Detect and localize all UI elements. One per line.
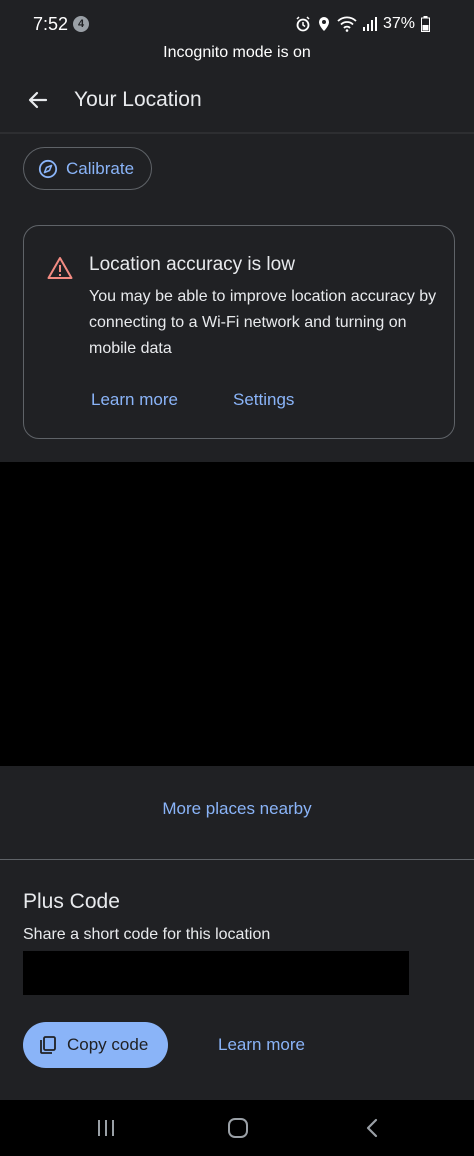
calibrate-label: Calibrate xyxy=(66,158,135,178)
status-bar: 7:52 4 37% xyxy=(0,0,474,44)
calibrate-button[interactable]: Calibrate xyxy=(23,147,152,190)
card-title: Location accuracy is low xyxy=(89,254,295,275)
home-button[interactable] xyxy=(218,1114,258,1142)
notification-count-badge: 4 xyxy=(73,16,89,32)
arrow-left-icon xyxy=(28,91,48,109)
compass-icon xyxy=(38,159,58,178)
back-icon xyxy=(366,1118,378,1138)
recent-apps-icon xyxy=(98,1120,114,1136)
signal-icon xyxy=(362,17,377,31)
nav-back-button[interactable] xyxy=(352,1114,392,1142)
home-icon xyxy=(228,1118,248,1138)
status-icons: 37% xyxy=(295,14,430,34)
location-pin-icon xyxy=(318,17,329,31)
wifi-icon xyxy=(337,16,357,32)
card-body: You may be able to improve location accu… xyxy=(89,288,437,357)
plus-code-value xyxy=(23,951,409,995)
appbar-divider xyxy=(0,132,474,134)
page-title: Your Location xyxy=(74,88,202,111)
plus-code-subtitle: Share a short code for this location xyxy=(23,926,271,943)
section-divider xyxy=(0,859,474,860)
location-accuracy-card: Location accuracy is low You may be able… xyxy=(23,225,455,439)
card-settings-link[interactable]: Settings xyxy=(233,390,294,410)
incognito-banner: Incognito mode is on xyxy=(163,44,311,61)
recent-apps-button[interactable] xyxy=(86,1114,126,1142)
more-places-nearby-link[interactable]: More places nearby xyxy=(0,799,474,819)
warning-icon xyxy=(47,257,73,279)
copy-icon xyxy=(40,1036,56,1054)
plus-code-title: Plus Code xyxy=(23,890,120,913)
back-button[interactable] xyxy=(22,84,54,116)
alarm-icon xyxy=(296,16,310,32)
system-nav-bar xyxy=(0,1100,474,1156)
plus-code-learn-more-link[interactable]: Learn more xyxy=(218,1035,305,1055)
copy-code-button[interactable]: Copy code xyxy=(23,1022,168,1068)
status-time: 7:52 xyxy=(33,14,69,34)
copy-code-label: Copy code xyxy=(67,1035,149,1054)
card-learn-more-link[interactable]: Learn more xyxy=(91,390,178,410)
map-area xyxy=(0,462,474,766)
battery-icon xyxy=(421,16,430,32)
battery-percentage: 37% xyxy=(382,15,415,32)
